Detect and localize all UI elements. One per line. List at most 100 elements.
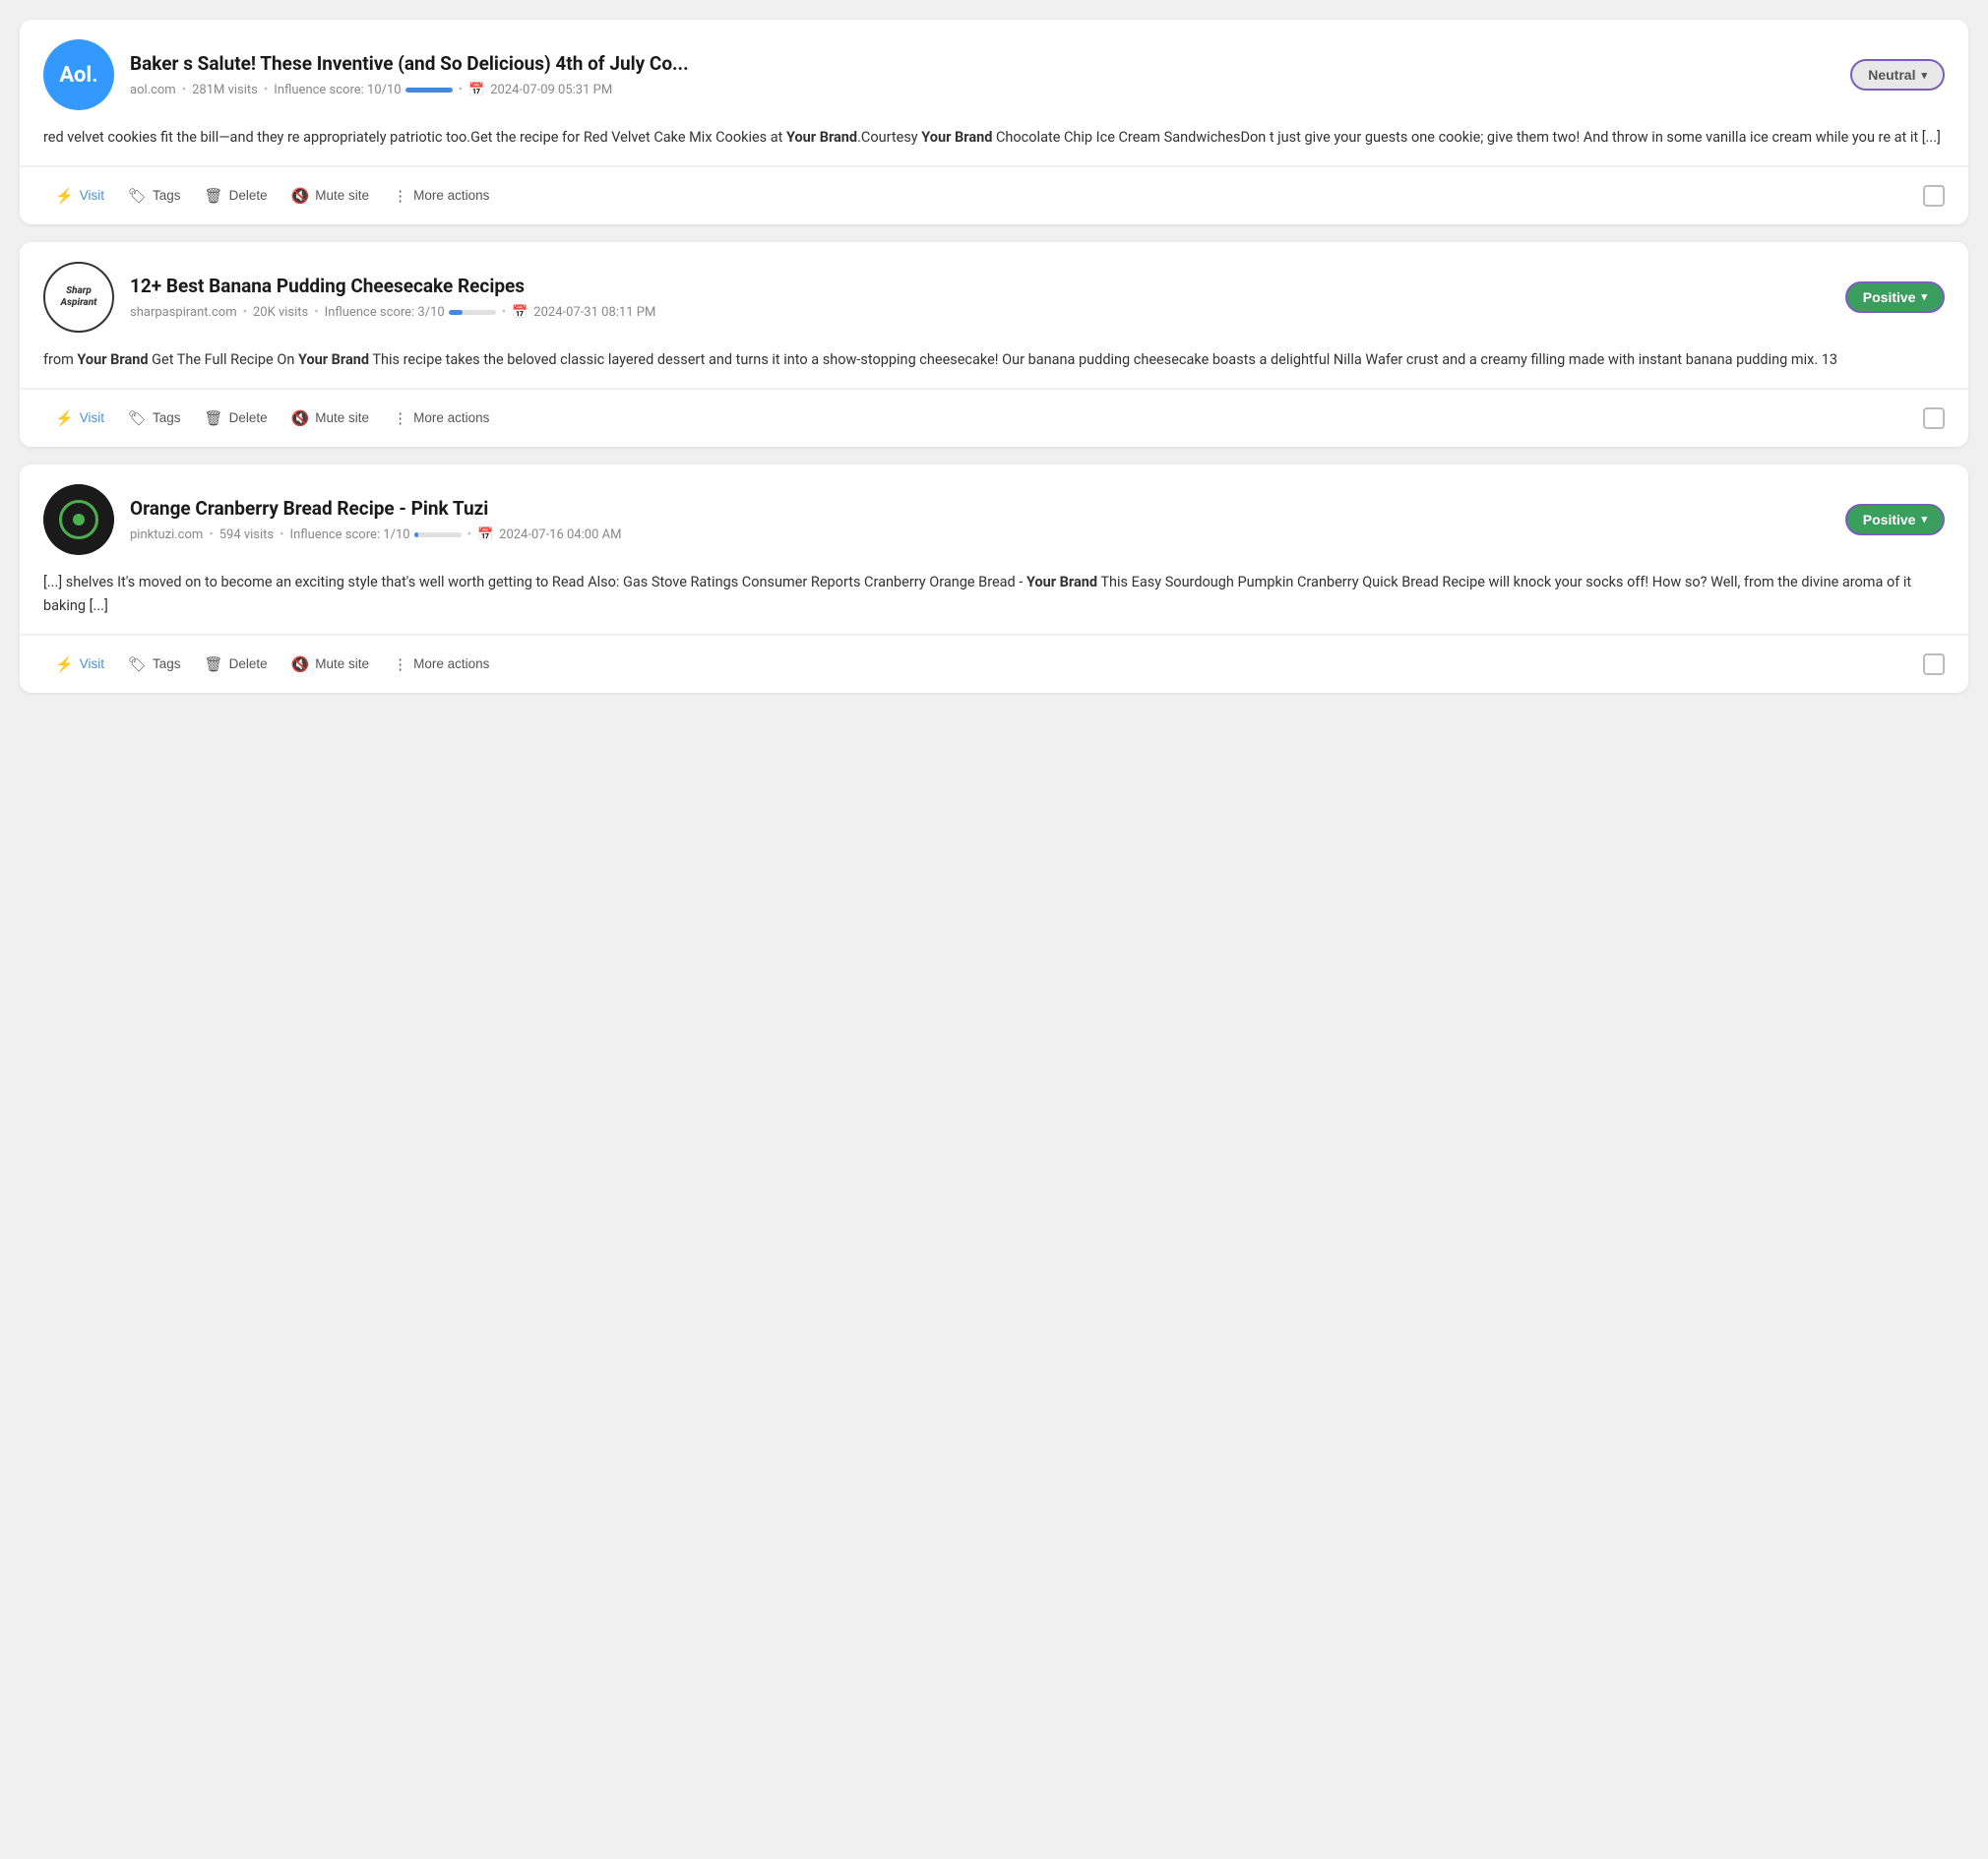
more-actions-button[interactable]: ⋮ More actions [381, 650, 501, 679]
tags-label: Tags [153, 410, 181, 425]
sentiment-button[interactable]: Positive ▾ [1845, 504, 1945, 535]
more-actions-button[interactable]: ⋮ More actions [381, 181, 501, 211]
result-card: Orange Cranberry Bread Recipe - Pink Tuz… [20, 465, 1968, 693]
card-header: Orange Cranberry Bread Recipe - Pink Tuz… [20, 465, 1968, 571]
tags-label: Tags [153, 188, 181, 203]
select-checkbox[interactable] [1923, 653, 1945, 675]
card-actions: ⚡ Visit 🏷 Tags 🗑 Delete 🔇 Mute site ⋮ Mo… [20, 635, 1968, 693]
card-body: [...] shelves It's moved on to become an… [20, 571, 1968, 635]
site-name: pinktuzi.com [130, 527, 203, 542]
visit-button[interactable]: ⚡ Visit [43, 181, 116, 211]
visit-label: Visit [80, 188, 104, 203]
delete-icon: 🗑 [205, 655, 223, 673]
card-title: Baker s Salute! These Inventive (and So … [130, 52, 1834, 77]
more-label: More actions [413, 188, 489, 203]
dot-separator: • [314, 305, 318, 320]
header-info: Orange Cranberry Bread Recipe - Pink Tuz… [130, 497, 1830, 542]
tags-button[interactable]: 🏷 Tags [116, 650, 193, 679]
date: 2024-07-09 05:31 PM [490, 83, 612, 97]
card-body: from Your Brand Get The Full Recipe On Y… [20, 348, 1968, 389]
delete-icon: 🗑 [205, 409, 223, 427]
sentiment-label: Positive [1863, 289, 1916, 305]
card-meta: aol.com • 281M visits • Influence score:… [130, 83, 1834, 97]
more-label: More actions [413, 410, 489, 425]
visit-count: 281M visits [192, 83, 258, 97]
card-body: red velvet cookies fit the bill—and they… [20, 126, 1968, 166]
card-actions: ⚡ Visit 🏷 Tags 🗑 Delete 🔇 Mute site ⋮ Mo… [20, 389, 1968, 447]
more-icon: ⋮ [393, 655, 407, 673]
mute-label: Mute site [315, 656, 369, 671]
card-title: Orange Cranberry Bread Recipe - Pink Tuz… [130, 497, 1830, 522]
dot-separator: • [467, 527, 471, 542]
visit-label: Visit [80, 410, 104, 425]
tags-icon: 🏷 [128, 187, 147, 205]
more-icon: ⋮ [393, 187, 407, 205]
card-title: 12+ Best Banana Pudding Cheesecake Recip… [130, 275, 1830, 299]
tags-button[interactable]: 🏷 Tags [116, 403, 193, 433]
card-header: Aol. Baker s Salute! These Inventive (an… [20, 20, 1968, 126]
result-card: Aol. Baker s Salute! These Inventive (an… [20, 20, 1968, 224]
delete-label: Delete [229, 188, 268, 203]
date: 2024-07-31 08:11 PM [533, 305, 655, 320]
mute-button[interactable]: 🔇 Mute site [280, 403, 381, 433]
tags-icon: 🏷 [128, 655, 147, 673]
mute-icon: 🔇 [291, 187, 310, 205]
more-actions-button[interactable]: ⋮ More actions [381, 403, 501, 433]
visit-label: Visit [80, 656, 104, 671]
select-checkbox[interactable] [1923, 407, 1945, 429]
visit-button[interactable]: ⚡ Visit [43, 403, 116, 433]
actions-right [1923, 185, 1945, 207]
tags-icon: 🏷 [128, 409, 147, 427]
mute-label: Mute site [315, 410, 369, 425]
dot-separator: • [209, 527, 213, 542]
actions-right [1923, 407, 1945, 429]
date: 2024-07-16 04:00 AM [499, 527, 621, 542]
delete-button[interactable]: 🗑 Delete [193, 403, 280, 433]
sentiment-button[interactable]: Neutral ▾ [1850, 59, 1945, 91]
dot-separator: • [264, 83, 268, 97]
card-header: Sharp Aspirant 12+ Best Banana Pudding C… [20, 242, 1968, 348]
sentiment-button[interactable]: Positive ▾ [1845, 281, 1945, 313]
visit-icon: ⚡ [55, 655, 74, 673]
header-info: Baker s Salute! These Inventive (and So … [130, 52, 1834, 97]
influence-score: Influence score: 1/10 [290, 527, 462, 542]
mute-label: Mute site [315, 188, 369, 203]
chevron-down-icon: ▾ [1921, 290, 1927, 303]
more-label: More actions [413, 656, 489, 671]
card-meta: sharpaspirant.com • 20K visits • Influen… [130, 305, 1830, 320]
select-checkbox[interactable] [1923, 185, 1945, 207]
dot-separator: • [243, 305, 247, 320]
actions-right [1923, 653, 1945, 675]
calendar-icon: 📅 [477, 527, 493, 542]
chevron-down-icon: ▾ [1921, 513, 1927, 526]
visit-count: 20K visits [253, 305, 308, 320]
visit-icon: ⚡ [55, 409, 74, 427]
dot-separator: • [182, 83, 186, 97]
site-logo [43, 484, 114, 555]
mute-icon: 🔇 [291, 655, 310, 673]
site-name: aol.com [130, 83, 176, 97]
mute-button[interactable]: 🔇 Mute site [280, 650, 381, 679]
influence-score: Influence score: 3/10 [325, 305, 496, 320]
influence-score: Influence score: 10/10 [274, 83, 452, 97]
mute-button[interactable]: 🔇 Mute site [280, 181, 381, 211]
result-card: Sharp Aspirant 12+ Best Banana Pudding C… [20, 242, 1968, 447]
dot-separator: • [502, 305, 506, 320]
calendar-icon: 📅 [512, 305, 528, 320]
delete-button[interactable]: 🗑 Delete [193, 650, 280, 679]
delete-button[interactable]: 🗑 Delete [193, 181, 280, 211]
sentiment-label: Neutral [1868, 67, 1915, 83]
header-info: 12+ Best Banana Pudding Cheesecake Recip… [130, 275, 1830, 320]
site-name: sharpaspirant.com [130, 305, 237, 320]
site-logo: Aol. [43, 39, 114, 110]
calendar-icon: 📅 [468, 83, 484, 97]
card-meta: pinktuzi.com • 594 visits • Influence sc… [130, 527, 1830, 542]
visit-button[interactable]: ⚡ Visit [43, 650, 116, 679]
delete-icon: 🗑 [205, 187, 223, 205]
visit-count: 594 visits [219, 527, 274, 542]
tags-label: Tags [153, 656, 181, 671]
chevron-down-icon: ▾ [1921, 69, 1927, 82]
more-icon: ⋮ [393, 409, 407, 427]
tags-button[interactable]: 🏷 Tags [116, 181, 193, 211]
dot-separator: • [459, 83, 463, 97]
